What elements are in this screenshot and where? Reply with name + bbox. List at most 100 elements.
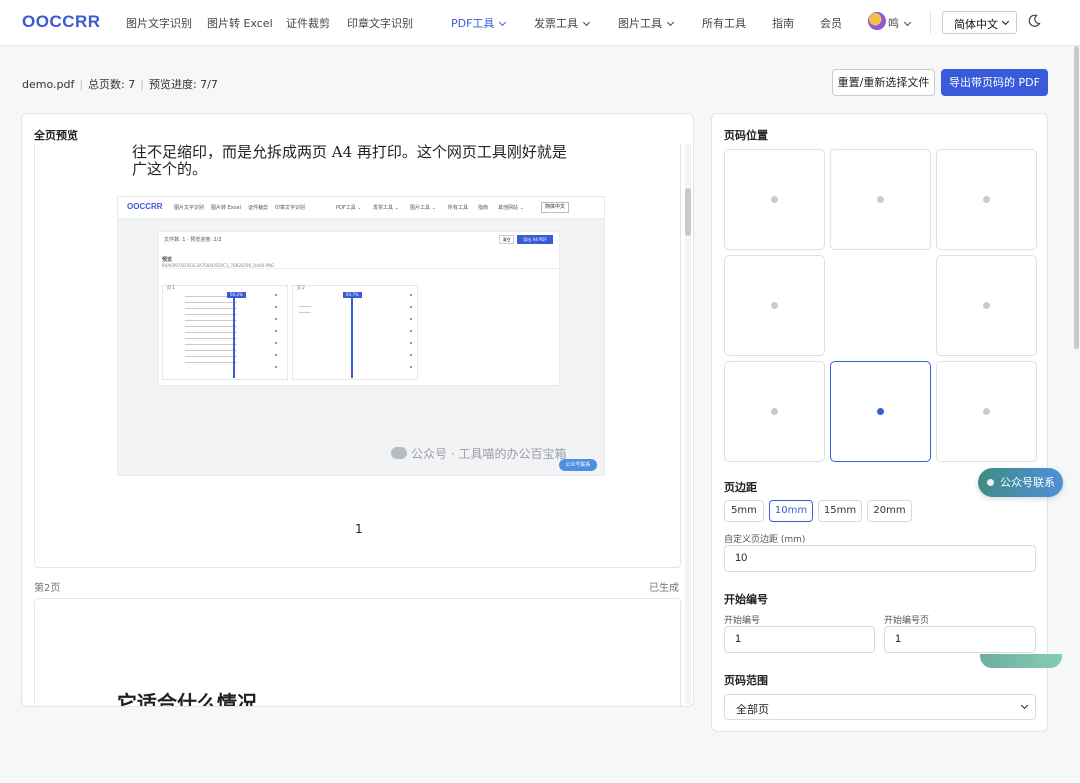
moon-icon[interactable] xyxy=(1027,14,1041,28)
nav-item-invoice-tools[interactable]: 发票工具 xyxy=(534,15,591,31)
position-top-left[interactable] xyxy=(724,149,825,250)
position-bottom-left[interactable] xyxy=(724,361,825,462)
page-scrollbar[interactable] xyxy=(1073,46,1080,783)
margin-option-20mm[interactable]: 20mm xyxy=(867,500,912,522)
preview-title: 全页预览 xyxy=(34,129,78,142)
contact-label: 公众号联系 xyxy=(1000,476,1055,489)
start-number-input[interactable]: 1 xyxy=(724,626,875,653)
file-name: demo.pdf xyxy=(22,78,75,91)
page-text-line: 广这个的。 xyxy=(132,160,208,178)
screenshot-nav-item: 所有工具 xyxy=(448,205,469,211)
embedded-screenshot: OOCCRR 图片文字识别 图片转 Excel 证件裁剪 印章文字识别 PDF工… xyxy=(117,196,605,476)
position-dot xyxy=(771,196,778,203)
separator: | xyxy=(79,78,84,91)
floating-decoration xyxy=(980,654,1062,668)
logo[interactable]: OOCCRR xyxy=(22,12,101,32)
avatar[interactable] xyxy=(868,12,886,30)
screenshot-tag: 50.2% xyxy=(227,292,246,298)
screenshot-nav-item: 图片转 Excel xyxy=(211,205,241,211)
export-pdf-button[interactable]: 导出带页码的 PDF xyxy=(941,69,1048,96)
custom-margin-input[interactable]: 10 xyxy=(724,545,1036,572)
scrollbar-thumb[interactable] xyxy=(685,188,691,236)
page-heading: 它适合什么情况 xyxy=(117,691,257,707)
settings-panel: 页码位置 页边距 5mm 10mm 15mm 20mm 自定义页边距 (mm) … xyxy=(711,113,1048,732)
page-scrollbar-thumb[interactable] xyxy=(1074,46,1079,349)
screenshot-nav-item: PDF工具 ⌄ xyxy=(336,205,362,211)
position-top-center[interactable] xyxy=(830,149,931,250)
position-dot xyxy=(983,302,990,309)
language-select[interactable]: 简体中文 xyxy=(942,11,1017,34)
position-top-right[interactable] xyxy=(936,149,1037,250)
chevron-down-icon xyxy=(1020,701,1029,710)
screenshot-section: 预览 xyxy=(162,257,173,263)
nav-item-image-to-excel[interactable]: 图片转 Excel xyxy=(207,15,273,31)
contact-float-button[interactable]: 公众号联系 xyxy=(978,468,1063,497)
user-name: 鸣 xyxy=(888,17,899,30)
nav-item-id-crop[interactable]: 证件裁剪 xyxy=(286,15,330,31)
page-status: 已生成 xyxy=(649,583,679,594)
page-range-value: 全部页 xyxy=(736,703,769,716)
nav-item-image-tools[interactable]: 图片工具 xyxy=(618,15,675,31)
margin-option-10mm[interactable]: 10mm xyxy=(769,500,813,522)
screenshot-contact-pill: 公众号联系 xyxy=(559,459,597,471)
nav-item-guide[interactable]: 指南 xyxy=(772,15,794,31)
divider xyxy=(930,10,931,34)
screenshot-page-2: 页 2 64.7% xyxy=(292,285,418,380)
screenshot-ticks xyxy=(410,294,412,374)
top-nav-bar: OOCCRR 图片文字识别 图片转 Excel 证件裁剪 印章文字识别 PDF工… xyxy=(0,0,1080,46)
nav-label: 发票工具 xyxy=(534,17,578,30)
position-dot xyxy=(983,408,990,415)
screenshot-info: 文件数: 1 · 预览进度: 2/2 xyxy=(164,237,222,243)
screenshot-nav-item: 印章文字识别 xyxy=(275,205,306,211)
custom-margin-label: 自定义页边距 (mm) xyxy=(724,535,806,545)
screenshot-language: 简体中文 xyxy=(541,202,569,213)
preview-scrollbar[interactable] xyxy=(685,144,691,704)
position-dot xyxy=(877,196,884,203)
margin-option-15mm[interactable]: 15mm xyxy=(818,500,862,522)
position-middle-left[interactable] xyxy=(724,255,825,356)
user-menu[interactable]: 鸣 xyxy=(888,15,912,31)
screenshot-page-1: 页 1 50.2% xyxy=(162,285,288,380)
screenshot-tag: 64.7% xyxy=(343,292,362,298)
reset-button[interactable]: 重置/重新选择文件 xyxy=(832,69,935,96)
nav-item-image-ocr[interactable]: 图片文字识别 xyxy=(126,15,192,31)
screenshot-nav-item: 发票工具 ⌄ xyxy=(373,205,399,211)
preview-progress: 预览进度: 7/7 xyxy=(148,78,218,91)
margin-option-5mm[interactable]: 5mm xyxy=(724,500,764,522)
screenshot-export: 导出 A4 PDF xyxy=(517,235,553,244)
screenshot-ticks xyxy=(275,294,277,374)
page-range-select[interactable]: 全部页 xyxy=(724,694,1036,720)
preview-panel: 全页预览 往不足缩印，而是允拆成两页 A4 再打印。这个网页工具刚好就是 广这个… xyxy=(21,113,694,707)
screenshot-nav: OOCCRR 图片文字识别 图片转 Excel 证件裁剪 印章文字识别 PDF工… xyxy=(118,197,604,219)
position-bottom-center[interactable] xyxy=(830,361,931,462)
screenshot-logo: OOCCRR xyxy=(127,202,163,211)
chevron-down-icon xyxy=(1001,17,1010,26)
start-number-title: 开始编号 xyxy=(724,593,768,606)
nav-label: PDF工具 xyxy=(451,17,495,30)
screenshot-page-label: 页 1 xyxy=(167,285,175,290)
position-bottom-right[interactable] xyxy=(936,361,1037,462)
screenshot-nav-item: 指南 xyxy=(478,205,489,211)
position-dot xyxy=(771,302,778,309)
margin-title: 页边距 xyxy=(724,481,757,494)
screenshot-reset: 清空 xyxy=(499,235,514,244)
nav-item-pdf-tools[interactable]: PDF工具 xyxy=(451,15,507,31)
page-label: 第2页 xyxy=(34,583,61,594)
nav-item-membership[interactable]: 会员 xyxy=(820,15,842,31)
watermark-text: 公众号 · 工具喵的办公百宝箱 xyxy=(411,447,567,461)
watermark: 公众号 · 工具喵的办公百宝箱 xyxy=(391,445,566,462)
position-dot xyxy=(877,408,884,415)
nav-item-seal-ocr[interactable]: 印章文字识别 xyxy=(347,15,413,31)
chevron-down-icon xyxy=(903,18,912,27)
chevron-down-icon xyxy=(499,18,507,27)
page-preview-2: 它适合什么情况 xyxy=(34,598,681,707)
start-number-label: 开始编号 xyxy=(724,616,761,626)
screenshot-doc xyxy=(185,296,237,364)
start-page-input[interactable]: 1 xyxy=(884,626,1036,653)
nav-item-all-tools[interactable]: 所有工具 xyxy=(702,15,746,31)
nav-label: 图片工具 xyxy=(618,17,662,30)
position-middle-right[interactable] xyxy=(936,255,1037,356)
position-title: 页码位置 xyxy=(724,129,768,142)
screenshot-doc xyxy=(299,306,311,316)
total-pages: 总页数: 7 xyxy=(88,78,136,91)
